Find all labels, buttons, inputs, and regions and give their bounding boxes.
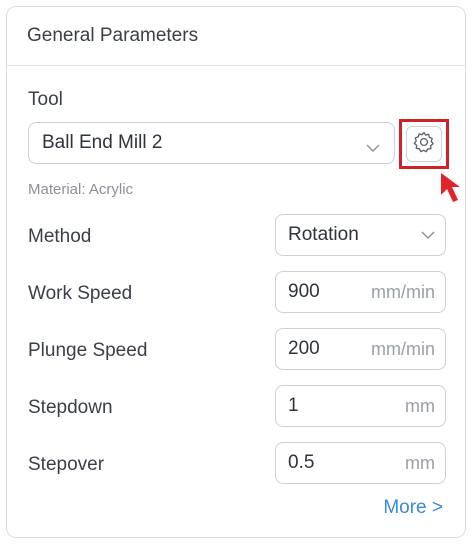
stepover-value: 0.5 xyxy=(288,452,315,473)
gear-icon xyxy=(412,130,436,159)
method-value: Rotation xyxy=(288,224,359,245)
tool-select[interactable]: Ball End Mill 2 xyxy=(28,122,395,164)
stepover-input[interactable]: 0.5 mm xyxy=(275,442,446,484)
stepdown-input[interactable]: 1 mm xyxy=(275,385,446,427)
work-speed-unit: mm/min xyxy=(371,281,435,302)
tool-select-value: Ball End Mill 2 xyxy=(42,132,163,153)
stepover-unit: mm xyxy=(405,452,435,473)
plunge-speed-value: 200 xyxy=(288,338,320,359)
method-label: Method xyxy=(28,226,92,247)
more-link[interactable]: More > xyxy=(383,497,443,519)
stepover-label: Stepover xyxy=(28,454,105,475)
panel-title: General Parameters xyxy=(27,25,199,46)
general-parameters-panel: General Parameters Tool Ball End Mill 2 … xyxy=(6,6,466,538)
method-select[interactable]: Rotation xyxy=(275,214,446,256)
stepdown-value: 1 xyxy=(288,395,299,416)
chevron-down-icon xyxy=(421,224,435,246)
plunge-speed-label: Plunge Speed xyxy=(28,340,148,361)
tool-settings-button[interactable] xyxy=(406,126,442,162)
tool-settings-highlight xyxy=(399,119,449,169)
work-speed-input[interactable]: 900 mm/min xyxy=(275,271,446,313)
stepdown-label: Stepdown xyxy=(28,397,113,418)
plunge-speed-input[interactable]: 200 mm/min xyxy=(275,328,446,370)
work-speed-value: 900 xyxy=(288,281,320,302)
stepdown-unit: mm xyxy=(405,395,435,416)
plunge-speed-unit: mm/min xyxy=(371,338,435,359)
red-arrow-icon xyxy=(439,171,465,210)
material-info: Material: Acrylic xyxy=(28,181,134,198)
work-speed-label: Work Speed xyxy=(28,283,133,304)
panel-header: General Parameters xyxy=(7,7,465,66)
tool-label: Tool xyxy=(28,89,63,110)
chevron-down-icon xyxy=(366,137,380,159)
